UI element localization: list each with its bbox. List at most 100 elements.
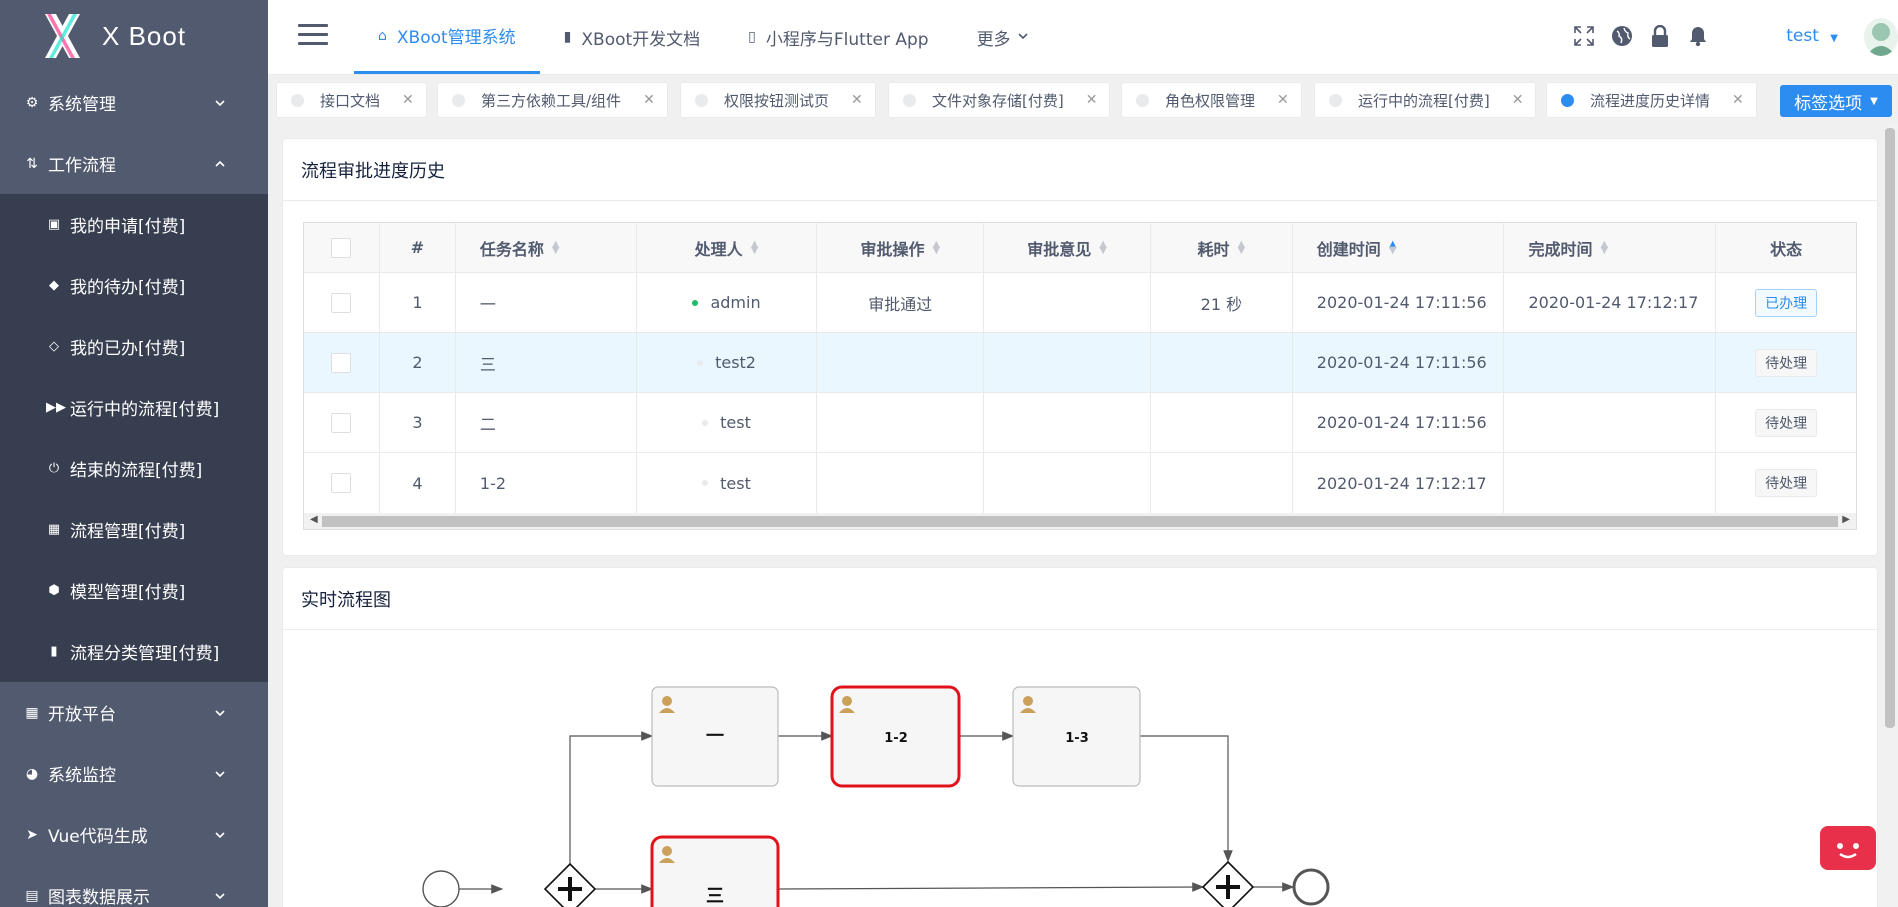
tag-third-party[interactable]: 第三方依赖工具/组件 ✕ bbox=[437, 82, 668, 118]
header-icons bbox=[1572, 24, 1710, 48]
globe-icon[interactable] bbox=[1610, 24, 1634, 48]
col-created[interactable]: 创建时间 ▲ ▼ bbox=[1293, 223, 1505, 272]
sidebar-item-label: 系统监控 bbox=[48, 766, 116, 786]
cell-duration bbox=[1151, 453, 1293, 513]
sidebar-item-my-done[interactable]: ◇ 我的已办[付费] bbox=[0, 316, 268, 377]
sidebar-item-open-platform[interactable]: ▦ 开放平台 bbox=[0, 682, 268, 743]
sidebar-item-workflow[interactable]: ⇅ 工作流程 bbox=[0, 133, 268, 194]
sidebar-item-finished-processes[interactable]: ⏻ 结束的流程[付费] bbox=[0, 438, 268, 499]
sidebar: X Boot ⚙ 系统管理 ⇅ 工作流程 ▣ 我的申请[付费] ◆ 我的待办[付费]… bbox=[0, 0, 268, 907]
cell-task: 二 bbox=[456, 393, 637, 452]
top-header: ⌂ XBoot管理系统 ▮ XBoot开发文档 ▯ 小程序与Flutter Ap… bbox=[268, 0, 1898, 74]
chart-icon: ▤ bbox=[25, 887, 39, 904]
close-icon[interactable]: ✕ bbox=[851, 92, 863, 108]
row-checkbox[interactable] bbox=[331, 292, 352, 313]
sidebar-item-model-management[interactable]: ⬢ 模型管理[付费] bbox=[0, 560, 268, 621]
lock-icon[interactable] bbox=[1648, 24, 1672, 48]
tab-label: 更多 bbox=[976, 29, 1011, 50]
sort-icon[interactable]: ▲ ▼ bbox=[552, 239, 560, 255]
grid-icon: ▦ bbox=[25, 704, 39, 721]
user-menu[interactable]: test ▼ bbox=[1786, 26, 1838, 46]
col-finished[interactable]: 完成时间 ▲ ▼ bbox=[1504, 223, 1717, 272]
tab-xboot-docs[interactable]: ▮ XBoot开发文档 bbox=[540, 0, 725, 74]
table-row[interactable]: 3 二 test 2020-01-24 17:11:56 待处理 bbox=[304, 393, 1856, 453]
fullscreen-icon[interactable] bbox=[1572, 24, 1596, 48]
task-node-1-2[interactable]: 1-2 bbox=[830, 685, 961, 788]
tag-api-docs[interactable]: 接口文档 ✕ bbox=[276, 82, 427, 118]
row-checkbox[interactable] bbox=[331, 412, 352, 433]
tab-more[interactable]: 更多 bbox=[953, 0, 1053, 74]
sidebar-item-label: 图表数据展示 bbox=[48, 888, 150, 907]
tag-bar: 接口文档 ✕ 第三方依赖工具/组件 ✕ 权限按钮测试页 ✕ 文件对象存储[付费] ✕ 角… bbox=[268, 74, 1898, 124]
tag-options-button[interactable]: 标签选项 ▼ bbox=[1780, 85, 1892, 117]
cell-finished bbox=[1504, 333, 1717, 392]
scroll-thumb[interactable] bbox=[322, 516, 1838, 527]
status-badge: 待处理 bbox=[1755, 469, 1818, 497]
scroll-thumb[interactable] bbox=[1885, 128, 1895, 728]
calendar-icon: ▦ bbox=[47, 522, 61, 537]
tab-xboot-admin[interactable]: ⌂ XBoot管理系统 bbox=[354, 0, 540, 74]
sidebar-item-my-applications[interactable]: ▣ 我的申请[付费] bbox=[0, 194, 268, 255]
tag-label: 权限按钮测试页 bbox=[724, 91, 830, 110]
sidebar-item-process-management[interactable]: ▦ 流程管理[付费] bbox=[0, 499, 268, 560]
tab-miniapp-flutter[interactable]: ▯ 小程序与Flutter App bbox=[724, 0, 952, 74]
table-row[interactable]: 2 三 test2 2020-01-24 17:11:56 待处理 bbox=[304, 333, 1856, 393]
close-icon[interactable]: ✕ bbox=[643, 92, 655, 108]
scroll-right-icon[interactable]: ▶ bbox=[1842, 514, 1850, 525]
close-icon[interactable]: ✕ bbox=[1086, 92, 1098, 108]
sort-icon[interactable]: ▲ ▼ bbox=[932, 239, 940, 255]
col-comment[interactable]: 审批意见 ▲ ▼ bbox=[984, 223, 1151, 272]
sidebar-item-system[interactable]: ⚙ 系统管理 bbox=[0, 72, 268, 133]
tag-file-storage[interactable]: 文件对象存储[付费] ✕ bbox=[888, 82, 1111, 118]
sidebar-item-running-processes[interactable]: ▶▶ 运行中的流程[付费] bbox=[0, 377, 268, 438]
bell-icon[interactable] bbox=[1686, 24, 1710, 48]
sidebar-item-charts[interactable]: ▤ 图表数据展示 bbox=[0, 865, 268, 907]
tag-permission-test[interactable]: 权限按钮测试页 ✕ bbox=[680, 82, 876, 118]
col-duration[interactable]: 耗时 ▲ ▼ bbox=[1151, 223, 1293, 272]
task-node-label: 三 bbox=[706, 886, 724, 907]
sidebar-item-category-management[interactable]: ▮ 流程分类管理[付费] bbox=[0, 621, 268, 682]
logo-text: X Boot bbox=[102, 20, 187, 51]
row-checkbox[interactable] bbox=[331, 473, 352, 493]
row-checkbox[interactable] bbox=[331, 352, 352, 373]
tag-role-permission[interactable]: 角色权限管理 ✕ bbox=[1121, 82, 1302, 118]
sort-icon[interactable]: ▲ ▼ bbox=[1238, 239, 1246, 255]
sidebar-item-label: 我的已办[付费] bbox=[70, 339, 186, 359]
menu-toggle-icon[interactable] bbox=[298, 24, 328, 46]
sidebar-item-my-todo[interactable]: ◆ 我的待办[付费] bbox=[0, 255, 268, 316]
table-row[interactable]: 4 1-2 test 2020-01-24 17:12:17 待处理 bbox=[304, 453, 1856, 513]
sidebar-item-monitor[interactable]: ◕ 系统监控 bbox=[0, 743, 268, 804]
task-node-1-3[interactable]: 1-3 bbox=[1012, 686, 1141, 787]
bookmark-icon: ▮ bbox=[50, 644, 58, 659]
clipboard-icon: ▣ bbox=[47, 217, 61, 232]
logo[interactable]: X Boot bbox=[0, 0, 268, 72]
sort-icon[interactable]: ▲ ▼ bbox=[1389, 239, 1397, 255]
avatar[interactable] bbox=[1864, 18, 1898, 56]
col-assignee[interactable]: 处理人 ▲ ▼ bbox=[637, 223, 818, 272]
close-icon[interactable]: ✕ bbox=[1732, 92, 1744, 108]
sort-icon[interactable]: ▲ ▼ bbox=[1601, 239, 1609, 255]
close-icon[interactable]: ✕ bbox=[1512, 92, 1524, 108]
task-node-1[interactable]: 一 bbox=[651, 686, 779, 787]
scroll-left-icon[interactable]: ◀ bbox=[310, 514, 318, 525]
page-vertical-scrollbar[interactable] bbox=[1882, 124, 1898, 907]
cell-assignee: test bbox=[637, 453, 818, 513]
close-icon[interactable]: ✕ bbox=[1277, 92, 1289, 108]
sort-icon[interactable]: ▲ ▼ bbox=[1099, 239, 1107, 255]
cell-task: 一 bbox=[456, 273, 637, 332]
task-node-label: 1-3 bbox=[1065, 731, 1089, 746]
table-row[interactable]: 1 一 admin 审批通过 21 秒 2020-01-24 17:11:56 … bbox=[304, 273, 1856, 333]
col-task-name[interactable]: 任务名称 ▲ ▼ bbox=[456, 223, 637, 272]
cell-assignee: test2 bbox=[637, 333, 818, 392]
tag-process-history[interactable]: 流程进度历史详情 ✕ bbox=[1546, 82, 1757, 118]
sidebar-item-codegen[interactable]: ➤ Vue代码生成 bbox=[0, 804, 268, 865]
col-action[interactable]: 审批操作 ▲ ▼ bbox=[817, 223, 985, 272]
close-icon[interactable]: ✕ bbox=[402, 92, 414, 108]
select-all-checkbox[interactable] bbox=[331, 237, 352, 258]
sort-icon[interactable]: ▲ ▼ bbox=[751, 239, 759, 255]
task-node-3[interactable]: 三 bbox=[650, 835, 780, 907]
sidebar-item-label: 结束的流程[付费] bbox=[70, 461, 203, 481]
chat-widget-button[interactable] bbox=[1820, 826, 1876, 870]
table-horizontal-scrollbar[interactable]: ◀ ▶ bbox=[303, 513, 1857, 530]
tag-running-process[interactable]: 运行中的流程[付费] ✕ bbox=[1314, 82, 1537, 118]
